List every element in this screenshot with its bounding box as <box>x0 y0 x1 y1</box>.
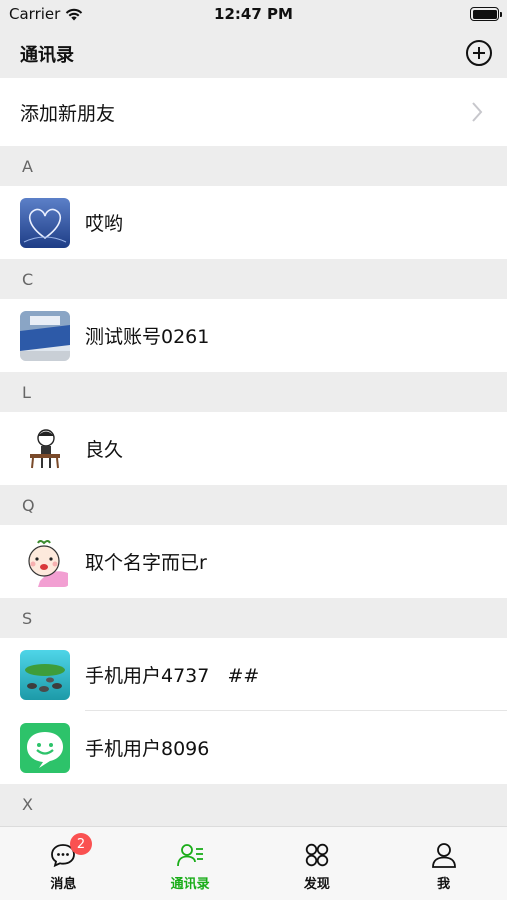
contact-name: 手机用户8096 <box>85 738 210 760</box>
status-time: 12:47 PM <box>214 5 293 23</box>
contact-name: 哎哟 <box>85 213 124 235</box>
section-header-a: A <box>0 146 507 186</box>
avatar <box>20 536 70 587</box>
contact-row[interactable]: 取个名字而已r <box>0 525 507 598</box>
add-new-friend-row[interactable]: 添加新朋友 <box>0 78 507 146</box>
contact-name: 测试账号0261 <box>85 326 210 348</box>
chevron-right-icon <box>472 102 483 122</box>
avatar <box>20 197 70 248</box>
contacts-list[interactable]: 添加新朋友 A 哎哟 C 测试账号0261 L 良久 Q 取个名字而已r S 手… <box>0 78 507 826</box>
add-new-friend-label: 添加新朋友 <box>20 102 116 125</box>
tab-discover[interactable]: 发现 <box>254 827 381 900</box>
avatar <box>20 722 70 773</box>
avatar <box>20 649 70 700</box>
tab-me[interactable]: 我 <box>380 827 507 900</box>
tab-label: 消息 <box>50 877 77 892</box>
section-header-x: X <box>0 784 507 824</box>
unread-badge: 2 <box>70 833 92 855</box>
page-title: 通讯录 <box>20 45 74 66</box>
avatar <box>20 423 70 474</box>
contact-name: 手机用户4737 ## <box>85 665 260 687</box>
contact-row[interactable]: 哎哟 <box>0 186 507 259</box>
contact-name: 取个名字而已r <box>85 552 207 574</box>
section-header-q: Q <box>0 485 507 525</box>
person-icon <box>431 843 456 868</box>
contacts-icon <box>177 844 204 867</box>
contact-row[interactable]: 手机用户4737 ## <box>0 638 507 711</box>
contact-row[interactable]: 测试账号0261 <box>0 299 507 372</box>
contact-name: 良久 <box>85 439 124 461</box>
navigation-bar: 通讯录 <box>0 30 507 78</box>
section-header-s: S <box>0 598 507 638</box>
tab-label: 我 <box>437 877 451 892</box>
tab-messages[interactable]: 2 消息 <box>0 827 127 900</box>
contact-row[interactable]: 手机用户8096 <box>0 711 507 784</box>
add-circle-icon[interactable] <box>465 39 493 67</box>
discover-grid-icon <box>305 843 329 867</box>
tab-bar: 2 消息 通讯录 发现 我 <box>0 826 507 900</box>
tab-contacts[interactable]: 通讯录 <box>127 827 254 900</box>
tab-label: 通讯录 <box>170 877 210 892</box>
status-bar: Carrier 12:47 PM <box>0 0 507 30</box>
section-header-l: L <box>0 372 507 412</box>
battery-icon <box>470 7 502 21</box>
section-header-c: C <box>0 259 507 299</box>
contact-row[interactable]: 良久 <box>0 412 507 485</box>
avatar <box>20 310 70 361</box>
tab-label: 发现 <box>303 877 330 892</box>
